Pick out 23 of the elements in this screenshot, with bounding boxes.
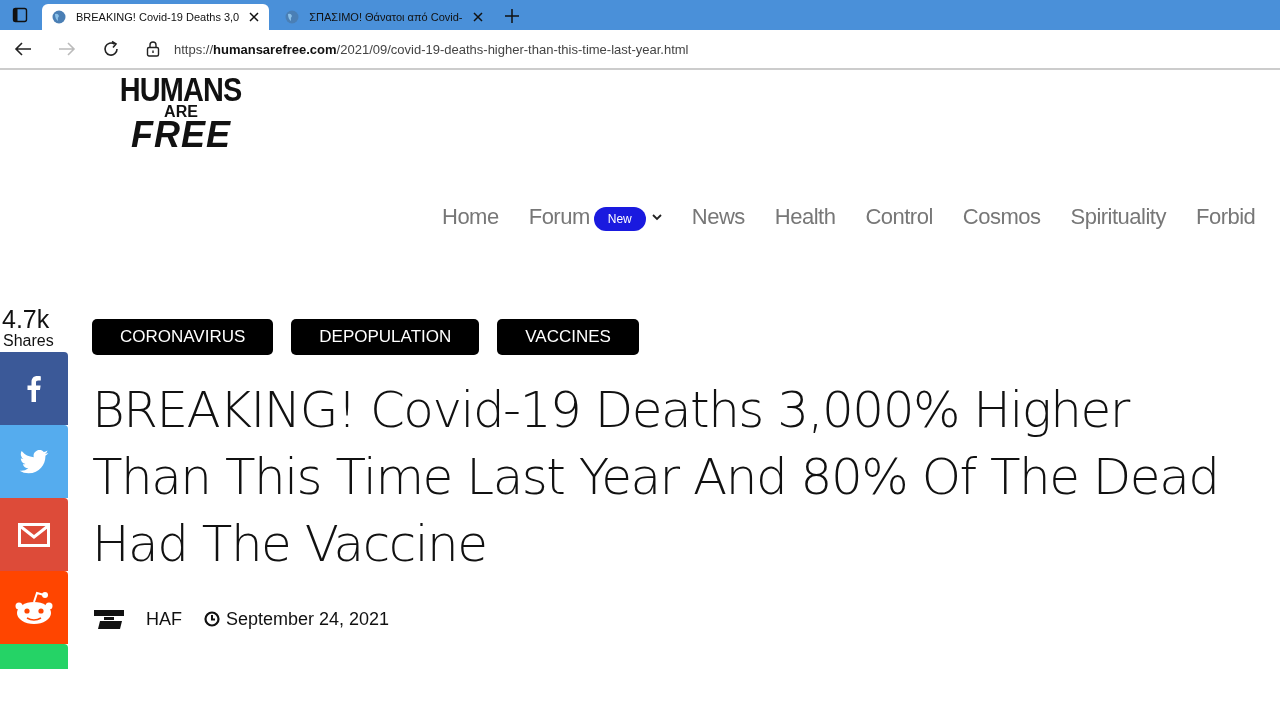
category-tag[interactable]: VACCINES [497,319,639,356]
site-logo[interactable]: HUMANS ARE FREE [108,74,254,152]
author-name[interactable]: HAF [146,608,182,630]
nav-link[interactable]: Home [442,204,499,231]
browser-tab[interactable]: ΣΠΑΣΙΜΟ! Θάνατοι από Covid- [275,4,493,30]
nav-link[interactable]: Forum [528,204,590,231]
shares-label: Shares [2,332,54,351]
nav-link[interactable]: News [691,204,745,231]
nav-link[interactable]: Spirituality [1070,204,1166,231]
nav-link[interactable]: Forbid [1195,204,1256,231]
tab-title: BREAKING! Covid-19 Deaths 3,0 [76,11,240,23]
article-title: BREAKING! Covid-19 Deaths 3,000% Higher Than This Time Last Year And 80% Of The Dead Had The Vaccine [92,380,1220,576]
category-tag[interactable]: CORONAVIRUS [92,319,274,356]
post-date: September 24, 2021 [226,608,390,630]
category-tag[interactable]: DEPOPULATION [291,319,480,356]
nav-link[interactable]: Health [774,204,836,231]
share-count: 4.7k [1,307,50,333]
new-badge: New [593,207,646,232]
nav-link[interactable]: Cosmos [962,204,1041,231]
tab-title: ΣΠΑΣΙΜΟ! Θάνατοι από Covid- [309,11,463,23]
browser-tab[interactable]: BREAKING! Covid-19 Deaths 3,0 [42,4,270,30]
nav-link[interactable]: Control [865,204,933,231]
address-field[interactable]: https://humansarefree.com/2021/09/covid-19-deaths-higher-than-this-time-last-year.html [146,31,1280,67]
